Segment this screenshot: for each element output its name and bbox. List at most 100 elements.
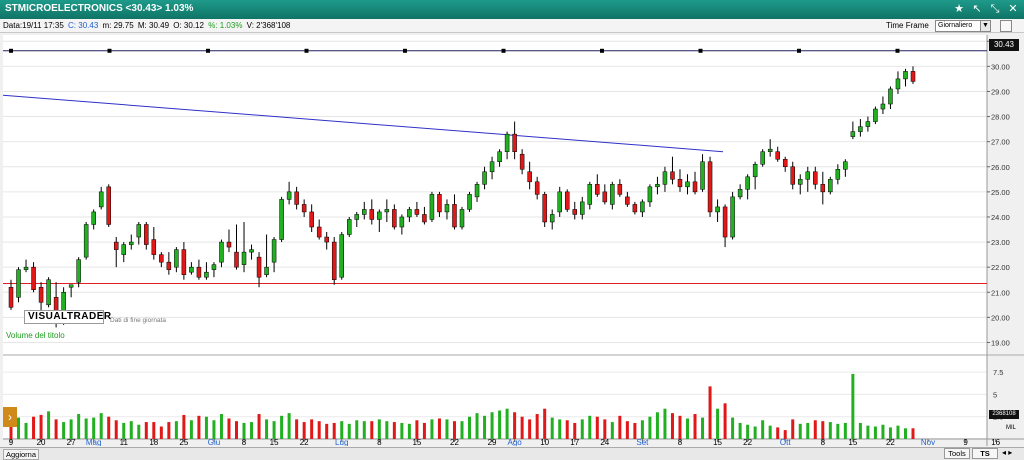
volume-bar — [678, 415, 682, 439]
timeframe-value: Giornaliero — [938, 22, 973, 29]
candle-body — [369, 209, 375, 220]
volume-bar — [806, 422, 810, 439]
y-tick-label: 19.00 — [991, 338, 1010, 347]
x-tick-label: 8 — [242, 438, 247, 446]
volume-bar — [738, 422, 742, 439]
volume-bar — [520, 416, 524, 439]
volume-bar — [595, 416, 599, 439]
candle-body — [527, 171, 532, 183]
x-tick-label: 16 — [991, 438, 1000, 446]
candle-body — [519, 153, 525, 170]
settings-square-icon[interactable] — [1000, 20, 1012, 32]
candle-body — [301, 204, 307, 213]
candle-body — [166, 261, 172, 270]
x-tick-label: 20 — [37, 438, 46, 446]
volume-bar — [62, 422, 66, 439]
candle-body — [121, 244, 126, 255]
data-source-note: Dati di fine giornata — [110, 317, 167, 324]
volume-bar — [317, 421, 321, 439]
y-tick-label: 22.00 — [991, 263, 1010, 272]
volume-bar — [167, 422, 171, 439]
volume-bar — [843, 422, 847, 439]
candle-body — [38, 286, 44, 303]
y-tick-label: 23.00 — [991, 238, 1010, 247]
volume-bar — [513, 412, 517, 439]
trendline — [3, 94, 724, 153]
volume-bar — [655, 412, 659, 439]
volume-bar — [565, 420, 569, 439]
volume-bar — [219, 414, 223, 439]
link-icon[interactable]: ⤡ — [987, 2, 1003, 17]
volume-bar — [603, 419, 607, 439]
candle-body — [452, 204, 457, 228]
candle-body — [549, 214, 555, 223]
candle-body — [685, 181, 690, 188]
candle-body — [474, 184, 480, 198]
volume-bar — [24, 422, 28, 439]
candle-body — [640, 201, 645, 213]
candle-body — [459, 209, 465, 228]
x-tick-label: 10 — [540, 438, 549, 446]
volume-bar — [174, 421, 178, 439]
candle-body — [850, 131, 856, 137]
last-price-badge: 30.43 — [989, 39, 1019, 51]
timeframe-select[interactable]: Giornaliero ▼ — [935, 20, 991, 32]
x-tick-label: 27 — [67, 438, 76, 446]
volume-bar — [896, 425, 900, 439]
volume-tick-label: 5 — [993, 390, 997, 399]
diagonal-arrow-icon[interactable]: ↖ — [969, 2, 985, 17]
candle-body — [722, 206, 728, 238]
resistance-handle — [797, 48, 801, 53]
max-value: M: 30.49 — [137, 21, 170, 30]
candle-body — [888, 88, 893, 105]
candle-body — [16, 269, 21, 298]
candle-body — [444, 204, 450, 213]
update-button[interactable]: Aggiorna — [3, 449, 40, 460]
resistance-handle — [107, 48, 112, 53]
candle-body — [219, 241, 224, 263]
y-tick-label: 29.00 — [991, 87, 1010, 96]
volume-bar — [39, 414, 43, 439]
candle-body — [377, 211, 382, 220]
scroll-arrows-icon[interactable]: ◂ ▸ — [1002, 448, 1012, 457]
y-tick-label: 25.00 — [991, 188, 1010, 197]
volume-bar — [54, 419, 58, 439]
x-tick-label: 8 — [821, 438, 826, 446]
chart-area[interactable]: 19.00 20.00 21.00 22.00 23.00 24.00 25.00 26.00… — [3, 35, 1024, 446]
volume-bar — [625, 421, 629, 439]
candle-body — [83, 224, 89, 258]
y-tick-label: 28.00 — [991, 113, 1010, 122]
price-chart[interactable]: 19.00 20.00 21.00 22.00 23.00 24.00 25.00 26.00… — [3, 35, 1024, 446]
candle-body — [196, 266, 202, 278]
volume-bar — [265, 419, 269, 439]
close-icon[interactable]: ✕ — [1005, 2, 1021, 17]
candle-body — [497, 151, 502, 162]
tools-button[interactable]: Tools — [944, 448, 970, 459]
resistance-handle — [304, 48, 309, 53]
candle-body — [429, 194, 435, 220]
title-bar: STMICROELECTRONICS <30.43> 1.03% ★ ↖ ⤡ ✕ — [0, 0, 1024, 19]
candle-body — [8, 286, 14, 308]
open-value: O: 30.12 — [173, 21, 204, 30]
candle-body — [692, 181, 698, 193]
candle-body — [737, 189, 743, 198]
candle-body — [617, 184, 623, 195]
volume-bar — [377, 419, 381, 439]
volume-panel-label: Volume del titolo — [6, 331, 65, 340]
date-label: Data:19/11 17:35 — [3, 21, 64, 30]
ts-off-button[interactable]: TS OFF — [972, 448, 998, 460]
chevron-down-icon[interactable]: ▼ — [980, 21, 990, 31]
candle-body — [347, 219, 352, 235]
candle-body — [384, 209, 390, 213]
chevron-right-icon[interactable]: › — [3, 407, 17, 427]
x-tick-label: 8 — [678, 438, 683, 446]
candle-body — [564, 191, 570, 210]
star-icon[interactable]: ★ — [951, 2, 967, 17]
volume-bar — [693, 414, 697, 439]
candle-body — [775, 151, 780, 160]
volume-bar — [776, 427, 780, 439]
candle-body — [437, 194, 442, 213]
volume-bar — [197, 415, 201, 439]
candle-body — [392, 209, 397, 228]
resistance-handle — [206, 48, 210, 53]
